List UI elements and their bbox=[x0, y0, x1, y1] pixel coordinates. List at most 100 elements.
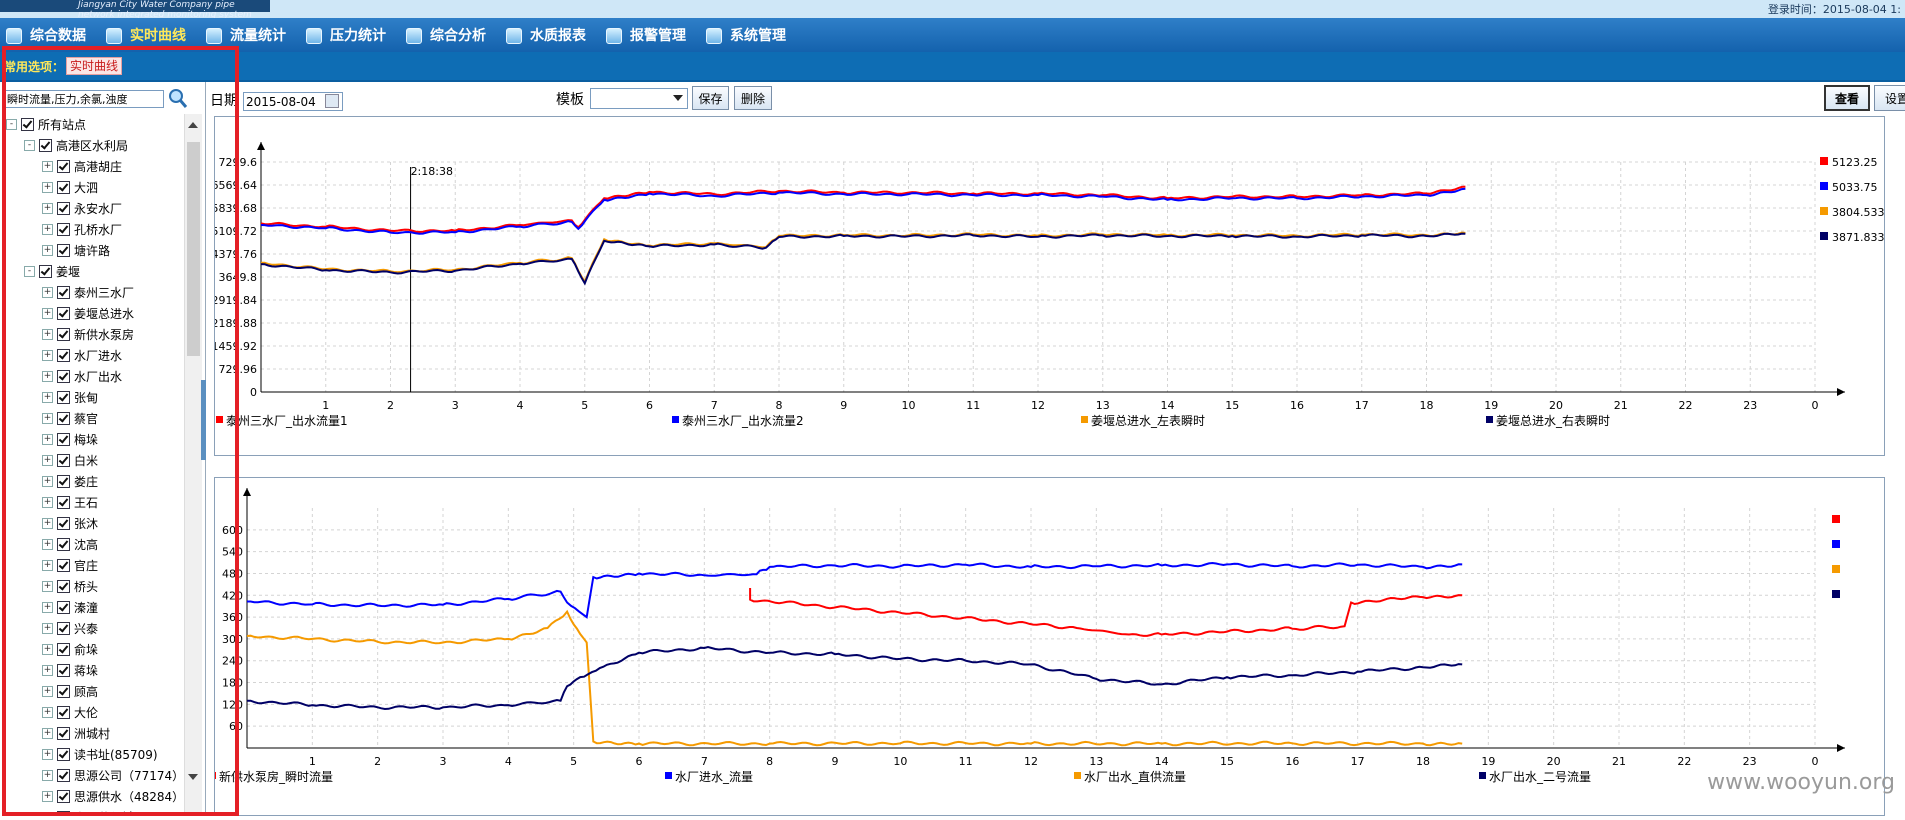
expand-icon[interactable]: + bbox=[42, 160, 53, 172]
settings-button[interactable]: 设置 bbox=[1874, 85, 1905, 111]
tree-checkbox[interactable] bbox=[57, 579, 70, 593]
nav-item-6[interactable]: 报警管理 bbox=[604, 24, 686, 46]
tree-checkbox[interactable] bbox=[57, 516, 70, 530]
expand-icon[interactable]: + bbox=[42, 538, 53, 550]
tree-node[interactable]: + 白米 bbox=[42, 450, 98, 470]
tree-node[interactable]: + 官庄 bbox=[42, 555, 98, 575]
save-button[interactable]: 保存 bbox=[692, 86, 729, 110]
expand-icon[interactable]: + bbox=[42, 412, 53, 424]
tree-checkbox[interactable] bbox=[57, 642, 70, 656]
tree-checkbox[interactable] bbox=[21, 117, 34, 131]
expand-icon[interactable]: + bbox=[42, 559, 53, 571]
tree-node[interactable]: + 水厂出水 bbox=[42, 366, 122, 386]
tree-checkbox[interactable] bbox=[57, 327, 70, 341]
tree-node[interactable]: + 新供水泵房 bbox=[42, 324, 134, 344]
tree-checkbox[interactable] bbox=[57, 222, 70, 236]
tree-node[interactable]: + 蔡官 bbox=[42, 408, 98, 428]
expand-icon[interactable]: + bbox=[42, 433, 53, 445]
tree-node[interactable]: + 王石 bbox=[42, 492, 98, 512]
nav-item-1[interactable]: 实时曲线 bbox=[104, 24, 186, 46]
collapse-icon[interactable]: - bbox=[24, 265, 35, 277]
tree-checkbox[interactable] bbox=[57, 810, 70, 816]
tree-node[interactable]: + 大伦 bbox=[42, 702, 98, 722]
collapse-icon[interactable]: - bbox=[24, 139, 35, 151]
quick-option-realtime-curve[interactable]: 实时曲线 bbox=[66, 57, 123, 75]
expand-icon[interactable]: + bbox=[42, 307, 53, 319]
nav-item-5[interactable]: 水质报表 bbox=[504, 24, 586, 46]
tree-checkbox[interactable] bbox=[57, 558, 70, 572]
expand-icon[interactable]: + bbox=[42, 580, 53, 592]
scroll-up-icon[interactable] bbox=[188, 122, 198, 128]
tree-checkbox[interactable] bbox=[57, 243, 70, 257]
tree-checkbox[interactable] bbox=[57, 348, 70, 362]
tree-checkbox[interactable] bbox=[57, 474, 70, 488]
expand-icon[interactable]: + bbox=[42, 349, 53, 361]
expand-icon[interactable]: + bbox=[42, 475, 53, 487]
tree-node[interactable]: + 蒋垛 bbox=[42, 660, 98, 680]
expand-icon[interactable]: + bbox=[42, 286, 53, 298]
expand-icon[interactable]: + bbox=[42, 811, 53, 816]
search-icon[interactable] bbox=[168, 87, 188, 109]
tree-node[interactable]: + 沈高 bbox=[42, 534, 98, 554]
expand-icon[interactable]: + bbox=[42, 328, 53, 340]
tree-checkbox[interactable] bbox=[57, 768, 70, 782]
tree-checkbox[interactable] bbox=[57, 684, 70, 698]
view-button[interactable]: 查看 bbox=[1824, 85, 1870, 111]
tree-node[interactable]: + 塘许路 bbox=[42, 240, 110, 260]
expand-icon[interactable]: + bbox=[42, 370, 53, 382]
nav-item-4[interactable]: 综合分析 bbox=[404, 24, 486, 46]
tree-checkbox[interactable] bbox=[57, 306, 70, 320]
expand-icon[interactable]: + bbox=[42, 202, 53, 214]
expand-icon[interactable]: + bbox=[42, 685, 53, 697]
expand-icon[interactable]: + bbox=[42, 727, 53, 739]
tree-node[interactable]: + 高港胡庄 bbox=[42, 156, 122, 176]
expand-icon[interactable]: + bbox=[42, 244, 53, 256]
tree-node[interactable]: + 梅垛 bbox=[42, 429, 98, 449]
tree-node[interactable]: - 高港区水利局 bbox=[24, 135, 128, 155]
tree-checkbox[interactable] bbox=[57, 621, 70, 635]
tree-node[interactable]: + 娄庄 bbox=[42, 471, 98, 491]
expand-icon[interactable]: + bbox=[42, 643, 53, 655]
delete-button[interactable]: 删除 bbox=[734, 86, 772, 110]
tree-checkbox[interactable] bbox=[57, 789, 70, 803]
tree-node[interactable]: + 读书址(85709) bbox=[42, 744, 158, 764]
tree-checkbox[interactable] bbox=[57, 369, 70, 383]
calendar-icon[interactable] bbox=[325, 94, 339, 108]
expand-icon[interactable]: + bbox=[42, 664, 53, 676]
nav-item-0[interactable]: 综合数据 bbox=[4, 24, 86, 46]
tree-node[interactable]: + 姜堰总进水 bbox=[42, 303, 134, 323]
tree-node[interactable]: + 泰州花侨城（61015 bbox=[42, 807, 184, 816]
tree-checkbox[interactable] bbox=[57, 285, 70, 299]
nav-item-7[interactable]: 系统管理 bbox=[704, 24, 786, 46]
tree-checkbox[interactable] bbox=[57, 705, 70, 719]
tree-node[interactable]: + 顾高 bbox=[42, 681, 98, 701]
tree-checkbox[interactable] bbox=[57, 180, 70, 194]
expand-icon[interactable]: + bbox=[42, 601, 53, 613]
tree-checkbox[interactable] bbox=[57, 747, 70, 761]
scroll-thumb[interactable] bbox=[187, 142, 200, 356]
tree-node[interactable]: + 兴泰 bbox=[42, 618, 98, 638]
tree-checkbox[interactable] bbox=[57, 411, 70, 425]
expand-icon[interactable]: + bbox=[42, 748, 53, 760]
tree-node[interactable]: - 所有站点 bbox=[6, 114, 86, 134]
sidebar-collapse-handle[interactable] bbox=[201, 380, 206, 460]
tree-node[interactable]: + 洲城村 bbox=[42, 723, 110, 743]
tree-checkbox[interactable] bbox=[57, 663, 70, 677]
expand-icon[interactable]: + bbox=[42, 790, 53, 802]
expand-icon[interactable]: + bbox=[42, 517, 53, 529]
nav-item-2[interactable]: 流量统计 bbox=[204, 24, 286, 46]
expand-icon[interactable]: + bbox=[42, 181, 53, 193]
tree-checkbox[interactable] bbox=[57, 537, 70, 551]
tree-node[interactable]: + 大泗 bbox=[42, 177, 98, 197]
tree-checkbox[interactable] bbox=[57, 432, 70, 446]
tree-node[interactable]: + 水厂进水 bbox=[42, 345, 122, 365]
tree-checkbox[interactable] bbox=[57, 600, 70, 614]
tree-checkbox[interactable] bbox=[57, 390, 70, 404]
sidebar-scrollbar[interactable] bbox=[184, 114, 202, 814]
expand-icon[interactable]: + bbox=[42, 622, 53, 634]
tree-checkbox[interactable] bbox=[57, 201, 70, 215]
tree-node[interactable]: - 姜堰 bbox=[24, 261, 80, 281]
tree-node[interactable]: + 张甸 bbox=[42, 387, 98, 407]
tree-node[interactable]: + 泰州三水厂 bbox=[42, 282, 134, 302]
tree-checkbox[interactable] bbox=[39, 138, 52, 152]
